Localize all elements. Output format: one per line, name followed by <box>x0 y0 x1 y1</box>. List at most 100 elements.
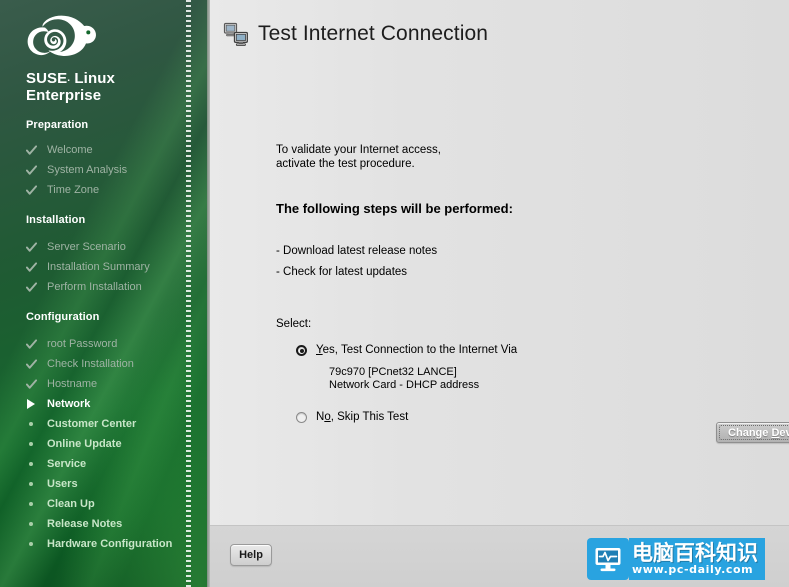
radio-yes-text: es, Test Connection to the Internet Via <box>322 344 518 356</box>
sidebar-item-label: Release Notes <box>47 518 123 530</box>
main-panel: Test Internet Connection To validate you… <box>210 0 789 587</box>
bullet-dot-icon <box>26 442 46 446</box>
select-label: Select: <box>276 318 312 330</box>
page-title: Test Internet Connection <box>258 21 489 45</box>
sidebar-item-label: root Password <box>47 338 118 350</box>
steps-list: - Download latest release notes - Check … <box>276 241 789 283</box>
sidebar-item-hardware-configuration[interactable]: Hardware Configuration <box>26 534 210 554</box>
page-header: Test Internet Connection <box>210 0 789 54</box>
check-icon <box>26 184 46 196</box>
bullet-dot-icon <box>26 482 46 486</box>
section-heading-configuration: Configuration <box>26 311 100 323</box>
check-icon <box>26 164 46 176</box>
check-icon <box>26 338 46 350</box>
sidebar-item-root-password[interactable]: root Password <box>26 334 210 354</box>
selected-device-info: 79c970 [PCnet32 LANCE] Network Card - DH… <box>329 366 789 392</box>
sidebar-item-label: Installation Summary <box>47 261 150 273</box>
section-heading-preparation: Preparation <box>26 119 89 131</box>
brand-line1-rest: Linux <box>70 70 115 87</box>
sidebar-item-perform-installation[interactable]: Perform Installation <box>26 277 210 297</box>
watermark-url: www.pc-daily.com <box>632 563 754 576</box>
sidebar-item-check-installation[interactable]: Check Installation <box>26 354 210 374</box>
sidebar-item-time-zone[interactable]: Time Zone <box>26 180 210 200</box>
connection-test-radio-group: Yes, Test Connection to the Internet Via… <box>276 343 789 424</box>
watermark-chinese: 电脑百科知识 <box>632 541 758 565</box>
help-button-label: Help <box>239 549 263 561</box>
sidebar-item-label: Server Scenario <box>47 241 126 253</box>
sidebar-item-server-scenario[interactable]: Server Scenario <box>26 237 210 257</box>
sidebar-item-label: Network <box>47 398 91 410</box>
help-button[interactable]: Help <box>230 544 272 566</box>
sidebar-edge-divider <box>207 0 210 587</box>
network-computers-icon <box>223 22 248 46</box>
steps-heading: The following steps will be performed: <box>276 201 513 216</box>
sidebar-item-online-update[interactable]: Online Update <box>26 434 210 454</box>
sidebar-item-release-notes[interactable]: Release Notes <box>26 514 210 534</box>
section-heading-installation: Installation <box>26 214 86 226</box>
sidebar-item-users[interactable]: Users <box>26 474 210 494</box>
intro-paragraph: To validate your Internet access, activa… <box>276 143 789 171</box>
radio-no-text-after: , Skip This Test <box>330 411 409 423</box>
radio-option-no[interactable]: No, Skip This Test <box>296 410 789 424</box>
sidebar-item-hostname[interactable]: Hostname <box>26 374 210 394</box>
radio-yes-indicator[interactable] <box>296 345 307 356</box>
nav-list-preparation: Welcome System Analysis Time Zone <box>0 140 210 200</box>
sidebar-item-welcome[interactable]: Welcome <box>26 140 210 160</box>
sidebar-item-clean-up[interactable]: Clean Up <box>26 494 210 514</box>
sidebar-perforation-strip <box>186 0 191 587</box>
sidebar-item-network[interactable]: Network <box>26 394 210 414</box>
sidebar-item-label: Hostname <box>47 378 98 390</box>
bullet-dot-icon <box>26 422 46 426</box>
sidebar-item-label: Clean Up <box>47 498 95 510</box>
radio-yes-label: Yes, Test Connection to the Internet Via <box>316 343 517 357</box>
sidebar-item-label: Service <box>47 458 87 470</box>
site-watermark: 电脑百科知识 www.pc-daily.com <box>587 537 765 581</box>
suse-logo-wrap <box>0 0 210 64</box>
check-icon <box>26 358 46 370</box>
suse-chameleon-logo <box>27 15 96 56</box>
bullet-dot-icon <box>26 502 46 506</box>
brand-line1: SUSE <box>26 70 68 87</box>
device-description: Network Card - DHCP address <box>329 379 480 391</box>
radio-no-indicator[interactable] <box>296 412 307 423</box>
check-icon <box>26 281 46 293</box>
installer-window: SUSE. Linux Enterprise Preparation Welco… <box>0 0 789 587</box>
radio-yes-accelerator: Y <box>316 344 323 356</box>
triangle-right-icon <box>26 399 46 409</box>
nav-list-configuration: root Password Check Installation Hostnam… <box>0 334 210 554</box>
installer-sidebar: SUSE. Linux Enterprise Preparation Welco… <box>0 0 210 587</box>
radio-option-yes[interactable]: Yes, Test Connection to the Internet Via <box>296 343 789 357</box>
change-device-button[interactable]: Change Device <box>716 422 789 443</box>
check-icon <box>26 378 46 390</box>
step-item: - Check for latest updates <box>276 266 408 278</box>
device-model: 79c970 [PCnet32 LANCE] <box>329 366 457 378</box>
check-icon <box>26 241 46 253</box>
sidebar-item-label: Users <box>47 478 78 490</box>
page-content: To validate your Internet access, activa… <box>210 54 789 525</box>
watermark-text: 电脑百科知识 www.pc-daily.com <box>629 538 765 580</box>
change-device-text-after: evice <box>779 426 789 439</box>
bullet-dot-icon <box>26 462 46 466</box>
intro-line-1: To validate your Internet access, <box>276 144 441 156</box>
check-icon <box>26 261 46 273</box>
sidebar-item-label: Time Zone <box>47 184 100 196</box>
brand-title: SUSE. Linux Enterprise <box>26 70 210 104</box>
nav-list-installation: Server Scenario Installation Summary Per… <box>0 237 210 297</box>
sidebar-item-system-analysis[interactable]: System Analysis <box>26 160 210 180</box>
sidebar-item-customer-center[interactable]: Customer Center <box>26 414 210 434</box>
check-icon <box>26 144 46 156</box>
change-device-label: Change Device <box>728 427 789 439</box>
sidebar-item-label: Online Update <box>47 438 122 450</box>
sidebar-item-label: System Analysis <box>47 164 128 176</box>
sidebar-item-label: Customer Center <box>47 418 137 430</box>
sidebar-item-label: Check Installation <box>47 358 134 370</box>
sidebar-item-label: Welcome <box>47 144 93 156</box>
bullet-dot-icon <box>26 522 46 526</box>
sidebar-item-label: Hardware Configuration <box>47 538 173 550</box>
sidebar-item-service[interactable]: Service <box>26 454 210 474</box>
step-item: - Download latest release notes <box>276 245 438 257</box>
sidebar-item-installation-summary[interactable]: Installation Summary <box>26 257 210 277</box>
monitor-waveform-icon <box>587 538 629 580</box>
sidebar-item-label: Perform Installation <box>47 281 142 293</box>
change-device-text-before: Change <box>728 426 772 439</box>
